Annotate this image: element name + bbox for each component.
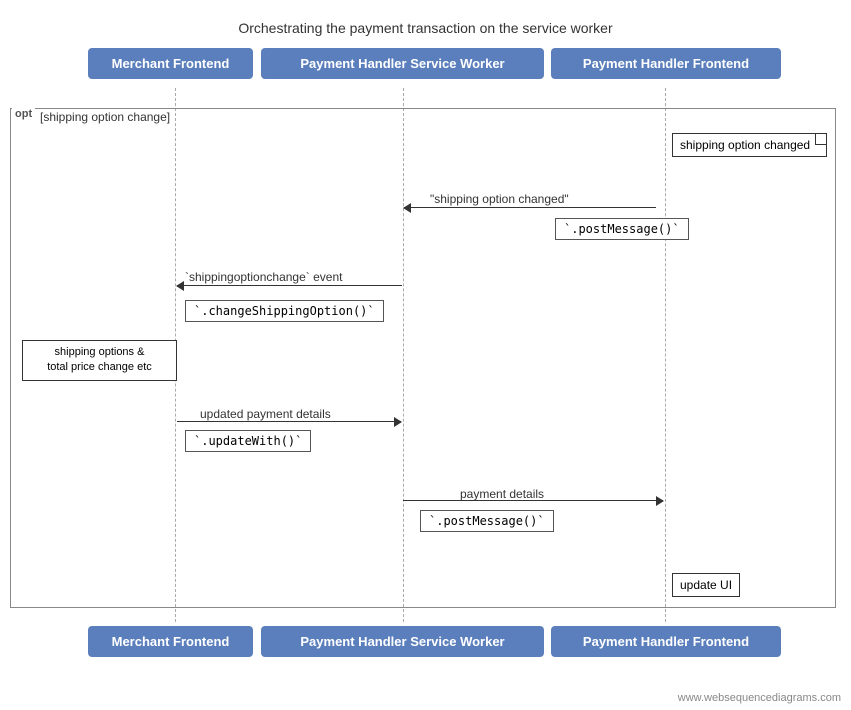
method-update-with: `.updateWith()`: [185, 430, 311, 452]
note-update-ui: update UI: [672, 573, 740, 597]
actor-phf-top: Payment Handler Frontend: [551, 48, 781, 79]
note-shipping-option-changed: shipping option changed: [672, 133, 827, 157]
method-post-message-2: `.postMessage()`: [420, 510, 554, 532]
arrow-payment-details: [403, 500, 663, 501]
arrow-updated-payment-details: [177, 421, 401, 422]
actor-merchant-bottom: Merchant Frontend: [88, 626, 253, 657]
actor-merchant-top: Merchant Frontend: [88, 48, 253, 79]
arrow-label-1: "shipping option changed": [430, 192, 569, 206]
arrow-shippingoptionchange: [177, 285, 402, 286]
arrow-label-2: `shippingoptionchange` event: [185, 270, 342, 284]
actor-phsw-bottom: Payment Handler Service Worker: [261, 626, 544, 657]
arrow-label-4: payment details: [460, 487, 544, 501]
opt-label: opt: [12, 108, 35, 120]
watermark: www.websequencediagrams.com: [678, 692, 841, 704]
actor-phf-bottom: Payment Handler Frontend: [551, 626, 781, 657]
method-post-message-1: `.postMessage()`: [555, 218, 689, 240]
opt-condition: [shipping option change]: [40, 110, 170, 124]
side-note-shipping-options: shipping options &total price change etc: [22, 340, 177, 381]
diagram: Orchestrating the payment transaction on…: [0, 0, 851, 710]
actor-phsw-top: Payment Handler Service Worker: [261, 48, 544, 79]
method-change-shipping: `.changeShippingOption()`: [185, 300, 384, 322]
arrow-label-3: updated payment details: [200, 407, 331, 421]
arrow-shipping-option-changed: [404, 207, 656, 208]
diagram-title: Orchestrating the payment transaction on…: [0, 10, 851, 36]
